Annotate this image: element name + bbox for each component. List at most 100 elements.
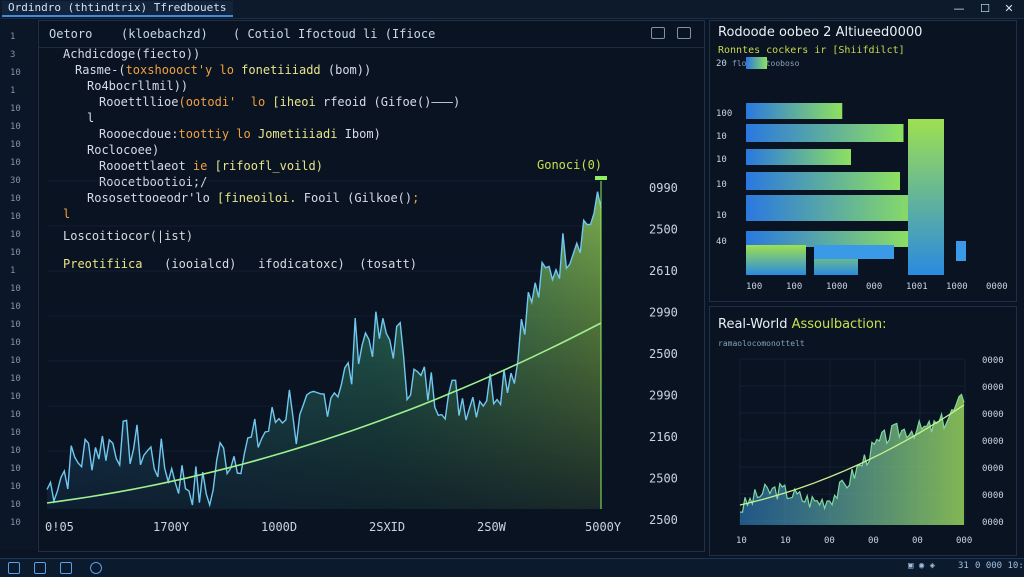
line-number: 10 — [10, 122, 21, 132]
line-gutter: 1 3 10 1 10 10 10 10 30 10 10 10 10 1 10 10 10 10 10 10 10 10… — [0, 20, 36, 550]
line-number: 10 — [10, 464, 21, 474]
line-number: 10 — [10, 284, 21, 294]
x-tick-label: 2S0W — [477, 520, 507, 534]
bar-y-label: 40 — [716, 237, 727, 247]
bar[interactable] — [746, 231, 913, 247]
window-tab[interactable]: Ordindro (thtindtrix) Tfredbouets — [2, 1, 233, 17]
bar-x-label: 100 — [786, 282, 802, 292]
line-number: 10 — [10, 320, 21, 330]
y-tick-label: 2500 — [649, 347, 678, 361]
y-tick-label: 0000 — [982, 464, 1004, 474]
bar[interactable] — [746, 172, 900, 190]
line-number: 10 — [10, 374, 21, 384]
bar-x-label: 000 — [866, 282, 882, 292]
x-tick-label: 0!05 — [45, 520, 74, 534]
y-tick-label: 2500 — [649, 513, 678, 527]
y-tick-label: 2500 — [649, 223, 678, 237]
line-number: 10 — [10, 518, 21, 528]
taskbar: ▣ ◉ ◈ 31 0 000 10:00 — [0, 558, 1024, 577]
line-number: 10 — [10, 104, 21, 114]
line-number: 10 — [10, 158, 21, 168]
x-tick-label: 00 — [868, 536, 879, 546]
desktop: Ordindro (thtindtrix) Tfredbouets — ☐ ✕ … — [0, 0, 1024, 577]
line-number: 3 — [10, 50, 16, 60]
line-number: 10 — [10, 482, 21, 492]
line-number: 10 — [10, 68, 21, 78]
main-chart-x-axis: 0!05 1700Y 1000D 2SXID 2S0W 5000Y — [45, 520, 622, 534]
y-tick-label: 0000 — [982, 518, 1004, 528]
line-number: 1 — [10, 266, 16, 276]
close-icon[interactable]: ✕ — [996, 0, 1022, 18]
line-number: 10 — [10, 446, 21, 456]
y-tick-label: 2500 — [649, 472, 678, 486]
tray-number: 31 — [958, 561, 969, 571]
vertical-bar[interactable] — [908, 119, 944, 275]
bar[interactable] — [746, 57, 767, 69]
line-number: 10 — [10, 302, 21, 312]
side-panel-bars: Rodoode oobeo 2 Altiueed0000 Ronntes coc… — [709, 20, 1017, 302]
bar-y-label: 100 — [716, 109, 732, 119]
line-number: 10 — [10, 248, 21, 258]
folder-icon[interactable] — [34, 562, 46, 574]
y-tick-label: 0000 — [982, 356, 1004, 366]
editor-panel: Oetoro (kloebachzd) ( Cotiol Ifoctoud li… — [38, 20, 705, 552]
line-number: 1 — [10, 86, 16, 96]
line-number: 10 — [10, 410, 21, 420]
bar[interactable] — [814, 245, 894, 259]
y-tick-label: 2990 — [649, 306, 678, 320]
y-tick-label: 0000 — [982, 410, 1004, 420]
line-number: 30 — [10, 176, 21, 186]
bar-x-label: 1000 — [826, 282, 848, 292]
y-tick-label: 2610 — [649, 264, 678, 278]
line-number: 10 — [10, 428, 21, 438]
bar-chart: 20 100 10 10 10 10 40 100 100 1000 000 1001 1000 0000 — [716, 57, 1008, 292]
bar-x-label: 0000 — [986, 282, 1008, 292]
maximize-icon[interactable]: ☐ — [972, 0, 998, 18]
bar-x-label: 1001 — [906, 282, 928, 292]
line-number: 10 — [10, 500, 21, 510]
line-number: 10 — [10, 212, 21, 222]
main-chart-annotation: Gonoci(0) — [537, 158, 602, 172]
x-tick-label: 00 — [912, 536, 923, 546]
bar-chart-bars — [746, 57, 966, 275]
vertical-bar-small[interactable] — [956, 241, 966, 261]
vertical-bar[interactable] — [746, 245, 806, 275]
x-tick-label: 10 — [780, 536, 791, 546]
bar[interactable] — [746, 103, 843, 119]
tray-icons[interactable]: ▣ ◉ ◈ — [908, 561, 935, 571]
mini-area-chart: 0000000000000000000000000000 10 10 00 00 00 0… — [736, 356, 1004, 546]
bar[interactable] — [746, 195, 921, 221]
line-number: 10 — [10, 194, 21, 204]
y-tick-label: 0000 — [982, 383, 1004, 393]
side-panel-area: Real-World Assoulbaction: ramaolocomonot… — [709, 306, 1017, 556]
line-number: 10 — [10, 230, 21, 240]
clock: 0 000 10:00 — [975, 561, 1024, 571]
line-number: 10 — [10, 356, 21, 366]
x-tick-label: 00 — [824, 536, 835, 546]
bar-y-label: 10 — [716, 155, 727, 165]
minimize-icon[interactable]: — — [946, 0, 972, 18]
line-number: 1 — [10, 32, 16, 42]
x-tick-label: 000 — [956, 536, 972, 546]
bar-x-label: 1000 — [946, 282, 968, 292]
line-number: 10 — [10, 392, 21, 402]
bar-y-label: 20 — [716, 59, 727, 69]
y-tick-label: 0000 — [982, 437, 1004, 447]
bar[interactable] — [746, 124, 904, 142]
main-chart-cursor-marker[interactable] — [595, 176, 607, 180]
main-chart-y-axis: 0990 2500 2610 2990 2500 2990 2160 2500 2500 — [649, 181, 678, 527]
browser-icon[interactable] — [90, 562, 102, 574]
x-tick-label: 10 — [736, 536, 747, 546]
bar[interactable] — [746, 149, 851, 165]
mini-chart-x-axis: 10 10 00 00 00 000 — [736, 536, 972, 546]
mini-chart-area — [740, 394, 964, 525]
x-tick-label: 1700Y — [153, 520, 190, 534]
title-bar: Ordindro (thtindtrix) Tfredbouets — ☐ ✕ — [0, 0, 1024, 19]
x-tick-label: 1000D — [261, 520, 297, 534]
y-tick-label: 2160 — [649, 430, 678, 444]
y-tick-label: 2990 — [649, 389, 678, 403]
bar-y-label: 10 — [716, 180, 727, 190]
start-icon[interactable] — [8, 562, 20, 574]
app-icon[interactable] — [60, 562, 72, 574]
y-tick-label: 0000 — [982, 491, 1004, 501]
